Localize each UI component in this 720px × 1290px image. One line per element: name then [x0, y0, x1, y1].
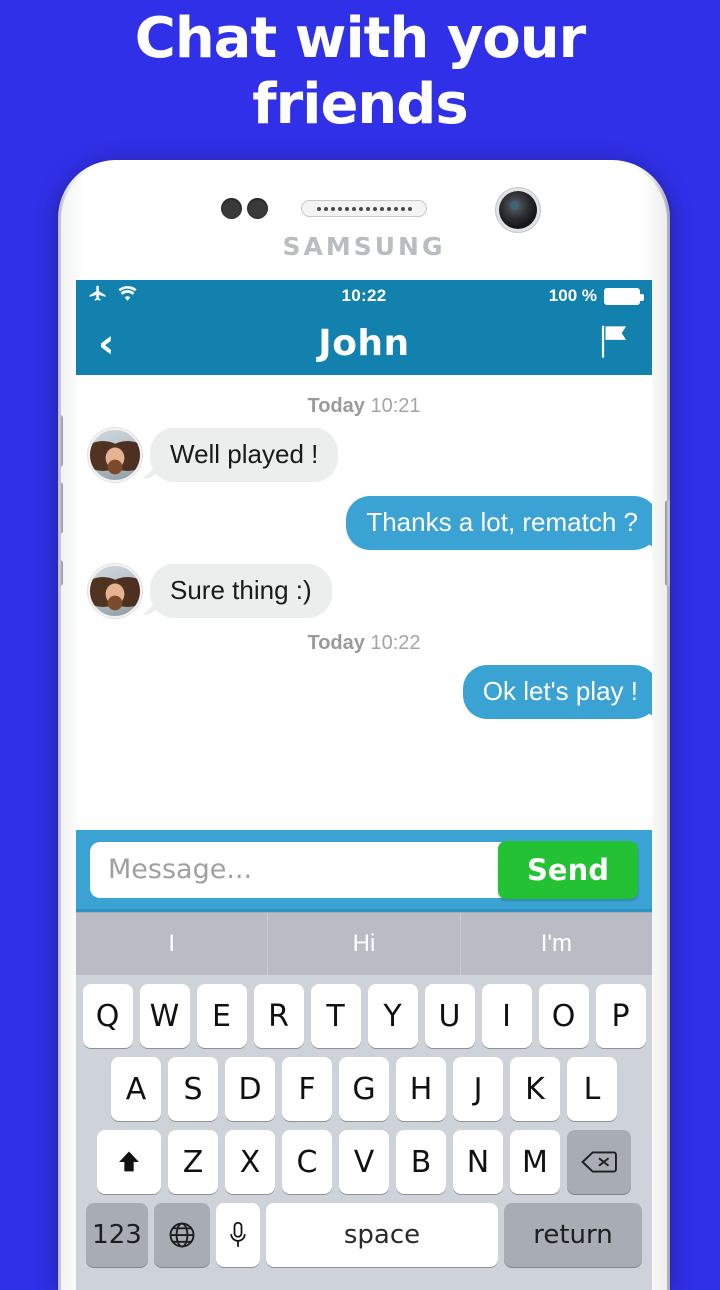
- chat-row-incoming: Well played !: [76, 428, 652, 482]
- phone-screen: 10:22 100 % ‹ John Today 10:21 Well play…: [76, 280, 652, 1290]
- bixby-button[interactable]: [58, 560, 63, 586]
- promo-headline-line2: friends: [252, 72, 468, 138]
- chat-row-outgoing: Thanks a lot, rematch ?: [76, 496, 652, 550]
- chat-timestamp-day: Today: [307, 395, 365, 417]
- chat-row-incoming: Sure thing :): [76, 563, 652, 618]
- key-m[interactable]: M: [510, 1130, 560, 1194]
- suggestion-item-2[interactable]: Hi: [267, 913, 459, 975]
- key-h[interactable]: H: [396, 1057, 446, 1121]
- message-composer-bar: Message... Send: [76, 830, 652, 912]
- suggestion-item-1[interactable]: I: [76, 913, 267, 975]
- chat-timestamp-day: Today: [307, 631, 365, 654]
- key-a[interactable]: A: [111, 1057, 161, 1121]
- shift-key[interactable]: [97, 1130, 161, 1194]
- key-i[interactable]: I: [481, 984, 532, 1048]
- shift-arrow-icon: [119, 1151, 139, 1172]
- message-bubble-incoming[interactable]: Sure thing :): [150, 564, 332, 618]
- earpiece-speaker: [301, 200, 427, 217]
- backspace-icon: [581, 1151, 617, 1173]
- flag-icon[interactable]: [596, 323, 630, 364]
- keyboard-suggestion-bar: I Hi I'm: [76, 912, 652, 975]
- key-c[interactable]: C: [282, 1130, 332, 1194]
- battery-percent-label: 100 %: [548, 286, 597, 305]
- chat-row-outgoing: Ok let's play !: [76, 664, 652, 719]
- send-button[interactable]: Send: [498, 840, 638, 899]
- chat-timestamp-time: 10:22: [370, 631, 421, 654]
- key-o[interactable]: O: [538, 984, 589, 1048]
- key-p[interactable]: P: [595, 984, 646, 1048]
- key-x[interactable]: X: [225, 1130, 275, 1194]
- key-t[interactable]: T: [310, 984, 361, 1048]
- keyboard-row-1: Q W E R T Y U I O P: [76, 975, 652, 1048]
- keyboard-row-3: Z X C V B N M: [76, 1121, 652, 1194]
- key-d[interactable]: D: [225, 1057, 275, 1121]
- avatar: [88, 428, 142, 482]
- key-s[interactable]: S: [168, 1057, 218, 1121]
- chat-nav-bar: ‹ John: [76, 312, 652, 375]
- key-n[interactable]: N: [453, 1130, 503, 1194]
- suggestion-item-3[interactable]: I'm: [459, 913, 652, 975]
- message-bubble-incoming[interactable]: Well played !: [150, 428, 339, 482]
- message-bubble-outgoing[interactable]: Thanks a lot, rematch ?: [346, 496, 652, 550]
- key-q[interactable]: Q: [82, 984, 133, 1048]
- microphone-icon: [230, 1221, 246, 1247]
- keyboard-row-2: A S D F G H J K L: [76, 1048, 652, 1121]
- battery-full-icon: [604, 287, 644, 305]
- backspace-key[interactable]: [567, 1130, 631, 1194]
- chat-message-list[interactable]: Today 10:21 Well played ! Thanks a lot, …: [76, 375, 652, 830]
- status-bar: 10:22 100 %: [76, 280, 652, 312]
- light-sensor-icon: [247, 198, 268, 219]
- key-j[interactable]: J: [453, 1057, 503, 1121]
- key-l[interactable]: L: [567, 1057, 617, 1121]
- key-k[interactable]: K: [510, 1057, 560, 1121]
- device-brand-label: SAMSUNG: [282, 232, 446, 261]
- key-u[interactable]: U: [424, 984, 475, 1048]
- chat-timestamp-divider: Today 10:21: [76, 395, 652, 418]
- volume-up-button[interactable]: [58, 415, 63, 467]
- microphone-key[interactable]: [216, 1203, 260, 1267]
- chat-timestamp-divider: Today 10:22: [76, 632, 652, 655]
- numbers-key[interactable]: 123: [86, 1203, 148, 1267]
- key-y[interactable]: Y: [367, 984, 418, 1048]
- key-z[interactable]: Z: [168, 1130, 218, 1194]
- return-key[interactable]: return: [504, 1203, 642, 1267]
- key-g[interactable]: G: [339, 1057, 389, 1121]
- space-key[interactable]: space: [266, 1203, 498, 1267]
- promo-headline-line1: Chat with your: [134, 6, 587, 71]
- globe-key[interactable]: [154, 1203, 210, 1267]
- key-v[interactable]: V: [339, 1130, 389, 1194]
- message-bubble-outgoing[interactable]: Ok let's play !: [462, 664, 652, 719]
- message-input[interactable]: Message...: [90, 841, 504, 898]
- key-b[interactable]: B: [396, 1130, 446, 1194]
- keyboard-row-4: 123 space return: [76, 1194, 652, 1267]
- globe-icon: [169, 1222, 195, 1248]
- front-camera-icon: [499, 191, 537, 229]
- key-e[interactable]: E: [196, 984, 247, 1048]
- page-title: John: [318, 323, 410, 364]
- key-r[interactable]: R: [253, 984, 304, 1048]
- avatar: [88, 563, 142, 618]
- phone-mockup: SAMSUNG 10:22 100 % ‹ John Today 10:21 W…: [58, 160, 670, 1290]
- volume-down-button[interactable]: [58, 482, 63, 534]
- chat-timestamp-time: 10:21: [370, 395, 421, 417]
- promo-headline: Chat with your friends: [0, 6, 720, 138]
- status-right-indicators: 100 %: [548, 286, 644, 306]
- onscreen-keyboard[interactable]: I Hi I'm Q W E R T Y U I O P A S D F G H…: [76, 912, 652, 1290]
- proximity-sensor-icon: [221, 198, 242, 219]
- key-w[interactable]: W: [139, 984, 190, 1048]
- power-button[interactable]: [665, 500, 670, 586]
- key-f[interactable]: F: [282, 1057, 332, 1121]
